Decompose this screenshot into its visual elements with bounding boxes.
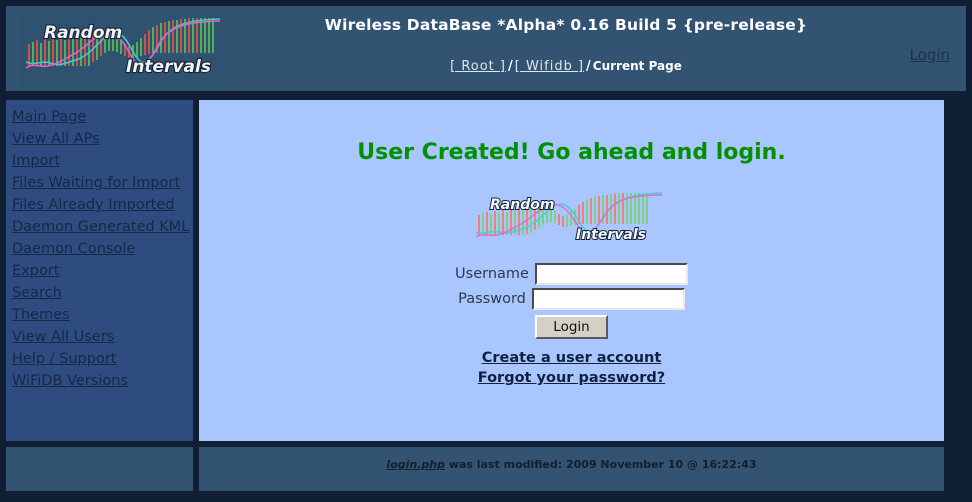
logo-word-bottom: Intervals [126, 57, 211, 77]
logo-word-top: Random [44, 23, 122, 43]
password-input[interactable] [531, 288, 685, 310]
footer-file-link[interactable]: login.php [386, 458, 445, 471]
username-label: Username [455, 266, 529, 282]
site-logo-content: Random Intervals [471, 187, 672, 249]
sidebar-item-view-all-users[interactable]: View All Users [12, 326, 193, 348]
logo-word-bottom: Intervals [576, 227, 646, 243]
breadcrumb: [ Root ] /[ Wifidb ] / Current Page [246, 59, 886, 74]
sidebar-item-files-already-imported[interactable]: Files Already Imported [12, 194, 193, 216]
create-account-link[interactable]: Create a user account [199, 348, 944, 368]
sidebar-item-search[interactable]: Search [12, 282, 193, 304]
sidebar-item-daemon-generated-kml[interactable]: Daemon Generated KML [12, 216, 193, 238]
username-input[interactable] [534, 263, 688, 285]
sidebar-item-export[interactable]: Export [12, 260, 193, 282]
sidebar-item-help-support[interactable]: Help / Support [12, 348, 193, 370]
breadcrumb-separator-1: / [508, 59, 513, 74]
sidebar-item-themes[interactable]: Themes [12, 304, 193, 326]
sidebar-item-main-page[interactable]: Main Page [12, 106, 193, 128]
logo-word-top: Random [490, 197, 554, 213]
footer-left-panel [6, 447, 193, 491]
breadcrumb-root-link[interactable]: [ Root ] [450, 59, 506, 74]
breadcrumb-separator-2: / [586, 59, 591, 74]
page-title: Wireless DataBase *Alpha* 0.16 Build 5 {… [324, 16, 808, 34]
login-link[interactable]: Login [910, 46, 950, 64]
sidebar-nav: Main Page View All APs Import Files Wait… [6, 100, 193, 441]
page-header: Random Intervals Wireless DataBase *Alph… [6, 6, 966, 91]
footer-modified-text: login.php was last modified: 2009 Novemb… [386, 458, 756, 471]
sidebar-item-import[interactable]: Import [12, 150, 193, 172]
sidebar-item-view-all-aps[interactable]: View All APs [12, 128, 193, 150]
main-content: User Created! Go ahead and login. Random… [199, 100, 944, 441]
breadcrumb-section-link[interactable]: [ Wifidb ] [515, 59, 584, 74]
password-row: Password [199, 288, 944, 310]
login-form: Username Password Login Create a user ac… [199, 263, 944, 388]
random-intervals-logo-icon: Random Intervals [20, 10, 230, 88]
site-logo-header: Random Intervals [20, 10, 230, 88]
footer-modified-date: was last modified: 2009 November 10 @ 16… [444, 458, 757, 471]
sidebar-item-files-waiting-for-import[interactable]: Files Waiting for Import [12, 172, 193, 194]
forgot-password-link[interactable]: Forgot your password? [199, 368, 944, 388]
footer-right-panel: login.php was last modified: 2009 Novemb… [199, 447, 944, 491]
username-row: Username [199, 263, 944, 285]
breadcrumb-current: Current Page [592, 59, 682, 73]
submit-row: Login [199, 315, 944, 339]
header-login-container: Login [910, 46, 950, 64]
login-submit-button[interactable]: Login [535, 315, 608, 339]
sidebar-item-daemon-console[interactable]: Daemon Console [12, 238, 193, 260]
auxiliary-links: Create a user account Forgot your passwo… [199, 348, 944, 388]
sidebar-item-wifidb-versions[interactable]: WiFiDB Versions [12, 370, 193, 392]
password-label: Password [458, 291, 526, 307]
success-message: User Created! Go ahead and login. [357, 140, 786, 165]
random-intervals-logo-icon: Random Intervals [471, 187, 672, 249]
app-window: Random Intervals Wireless DataBase *Alph… [0, 0, 972, 502]
